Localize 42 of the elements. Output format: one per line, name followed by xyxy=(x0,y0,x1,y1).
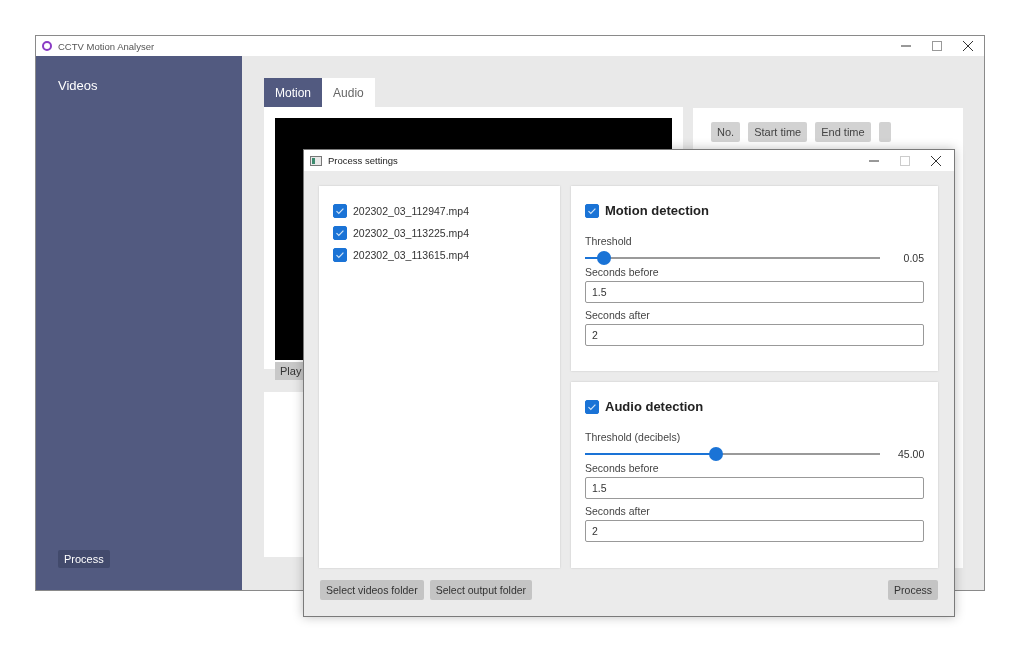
select-videos-folder-button[interactable]: Select videos folder xyxy=(320,580,424,600)
input-field[interactable]: 1.5 xyxy=(585,281,924,303)
file-name: 202302_03_113225.mp4 xyxy=(353,227,469,239)
input-field[interactable]: 2 xyxy=(585,520,924,542)
play-button[interactable]: Play xyxy=(275,362,303,380)
field-label: Seconds after xyxy=(585,309,651,321)
window-icon xyxy=(310,155,322,166)
checkbox[interactable] xyxy=(585,399,599,414)
tab[interactable]: Motion xyxy=(264,78,323,107)
slider-thumb[interactable] xyxy=(597,251,612,265)
checkbox[interactable] xyxy=(333,226,347,240)
close-icon[interactable] xyxy=(963,41,973,51)
slider-value: 45.00 xyxy=(898,448,924,460)
checkbox[interactable] xyxy=(333,204,347,218)
select-output-folder-button[interactable]: Select output folder xyxy=(429,580,533,600)
checkbox[interactable] xyxy=(585,203,599,218)
slider-thumb[interactable] xyxy=(709,447,724,461)
input-field[interactable]: 2 xyxy=(585,324,924,346)
slider-value: 0.05 xyxy=(902,252,924,264)
field-label: Seconds before xyxy=(585,266,660,278)
checkbox[interactable] xyxy=(333,248,347,262)
input-field[interactable]: 1.5 xyxy=(585,477,924,499)
close-icon[interactable] xyxy=(931,155,941,166)
file-name: 202302_03_113615.mp4 xyxy=(353,249,469,261)
field-label: Threshold (decibels) xyxy=(585,431,682,443)
window-title: CCTV Motion Analyser xyxy=(58,40,155,52)
app-logo-icon xyxy=(42,41,52,51)
column-header[interactable]: Start time xyxy=(748,122,808,142)
column-header[interactable]: End time xyxy=(815,122,871,142)
dialog-title: Process settings xyxy=(328,155,398,166)
tab[interactable]: Audio xyxy=(322,78,375,107)
process-button[interactable]: Process xyxy=(888,580,938,600)
field-label: Seconds before xyxy=(585,462,660,474)
file-name: 202302_03_112947.mp4 xyxy=(353,205,469,217)
sidebar-heading: Videos xyxy=(58,78,99,93)
section-title: Motion detection xyxy=(605,203,709,218)
column-header[interactable]: No. xyxy=(711,122,741,142)
section-title: Audio detection xyxy=(605,399,704,414)
process-button[interactable]: Process xyxy=(58,550,110,568)
field-label: Seconds after xyxy=(585,505,651,517)
field-label: Threshold xyxy=(585,235,633,247)
maximize-icon[interactable] xyxy=(932,41,942,51)
